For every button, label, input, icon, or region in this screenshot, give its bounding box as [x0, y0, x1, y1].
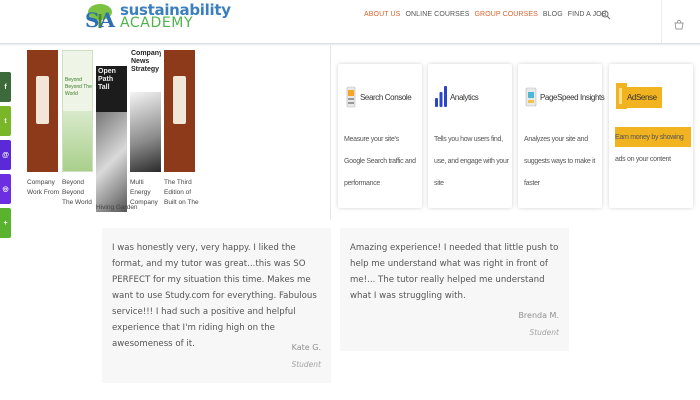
book-gallery: Beyond Beyond The World Open Path Tall C… [27, 50, 207, 218]
email-icon[interactable]: @ [0, 140, 11, 170]
tool-card-title: Search Console [360, 93, 412, 102]
book-caption: The Third Edition of Built on The [164, 179, 199, 206]
tool-card-description: Earn money by showing ads on your conten… [615, 127, 691, 171]
testimonial-quote: Amazing experience! I needed that little… [350, 243, 559, 301]
nav-item-blog[interactable]: BLOG [543, 11, 563, 18]
logo-text: sustainability ACADEMY [120, 3, 231, 31]
tool-card-analytics[interactable]: Analytics Tells you how users find, use, … [428, 64, 512, 208]
testimonial-quote: I was honestly very, very happy. I liked… [112, 243, 317, 349]
book-cover-title: Open Path Tall [98, 68, 116, 91]
book-cover-art [63, 111, 92, 171]
book-caption: Company Work From [27, 179, 60, 196]
page: SA sustainability ACADEMY ABOUT US ONLINE… [0, 0, 700, 400]
share-icon[interactable]: + [0, 208, 11, 238]
svg-text:SA: SA [85, 8, 115, 32]
tool-card-description: Tells you how users find, use, and engag… [434, 136, 509, 187]
book-cover[interactable] [27, 50, 58, 172]
instagram-icon[interactable]: ◎ [0, 174, 11, 204]
tool-card-pagespeed-insights[interactable]: PageSpeed Insights Analyzes your site and… [518, 64, 605, 208]
search-icon[interactable] [601, 10, 611, 20]
social-share-bar: f t @ ◎ + [0, 72, 11, 242]
tool-card-title: AdSense [622, 87, 662, 108]
book-cover-art [27, 50, 58, 172]
book-cover[interactable]: Beyond Beyond The World [62, 50, 93, 172]
testimonial-card: Amazing experience! I needed that little… [340, 228, 569, 351]
book-cover-art [164, 50, 195, 172]
twitter-icon[interactable]: t [0, 106, 11, 136]
book-cover-art [96, 112, 127, 212]
testimonial-author: Brenda M. [518, 311, 559, 320]
testimonial-author: Kate G. [291, 343, 321, 352]
book-caption: Multi Energy Company [130, 179, 158, 206]
book-cover-title: Beyond Beyond The World [65, 77, 92, 97]
tool-card-search-console[interactable]: Search Console Measure your site's Google… [338, 64, 422, 208]
main-nav: ABOUT US ONLINE COURSES GROUP COURSES BLOG F… [364, 11, 607, 18]
header-divider [661, 0, 662, 44]
section-divider [330, 44, 331, 220]
testimonial-role: Student [291, 360, 321, 369]
logo-mark-icon: SA [85, 4, 115, 32]
testimonial-role: Student [529, 328, 559, 337]
book-caption: Beyond Beyond The World [62, 179, 92, 206]
site-header: SA sustainability ACADEMY ABOUT US ONLINE… [0, 0, 700, 46]
book-cover[interactable]: Open Path Tall [96, 66, 127, 212]
nav-item-about-us[interactable]: ABOUT US [364, 11, 400, 18]
tool-card-title: Analytics [450, 93, 479, 102]
tool-card-title: PageSpeed Insights [540, 93, 605, 102]
nav-item-online-courses[interactable]: ONLINE COURSES [405, 11, 469, 18]
book-cover[interactable]: Company News Strategy [130, 50, 161, 172]
book-cover-title: Company News Strategy [131, 50, 161, 73]
book-cover[interactable] [164, 50, 195, 172]
tool-card-description: Analyzes your site and suggests ways to … [524, 136, 595, 187]
search-console-icon [345, 83, 357, 109]
cart-icon[interactable] [674, 20, 684, 30]
analytics-icon [435, 83, 447, 109]
tool-card-adsense[interactable]: AdSense Earn money by showing ads on your… [609, 64, 693, 208]
facebook-icon[interactable]: f [0, 72, 11, 102]
testimonial-card: I was honestly very, very happy. I liked… [102, 228, 331, 383]
nav-item-group-courses[interactable]: GROUP COURSES [475, 11, 538, 18]
book-cover-art [130, 92, 161, 172]
site-logo[interactable]: SA sustainability ACADEMY [82, 1, 231, 33]
tool-card-description: Measure your site's Google Search traffi… [344, 136, 416, 187]
pagespeed-icon [525, 83, 537, 109]
